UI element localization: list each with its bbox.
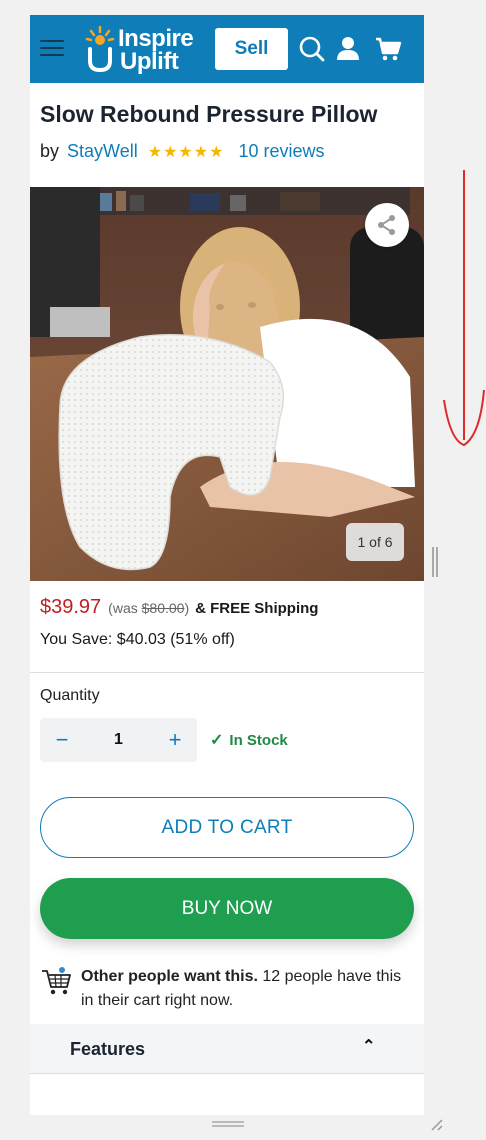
stock-status: ✓ In Stock [210, 730, 288, 750]
rating-stars[interactable]: ★★★★★ [148, 142, 225, 162]
was-price: (was $80.00) [108, 600, 189, 616]
site-header: Inspire Uplift Sell [30, 15, 424, 83]
quantity-value[interactable]: 1 [114, 731, 123, 749]
browser-viewport: Inspire Uplift Sell Slow Rebound Pressur… [30, 15, 424, 1115]
resize-handle[interactable] [432, 547, 438, 577]
drag-grip-icon[interactable] [212, 1121, 244, 1127]
current-price: $39.97 [40, 596, 102, 618]
you-save-text: You Save: $40.03 (51% off) [40, 631, 235, 648]
features-accordion[interactable]: Features ⌃ [30, 1024, 424, 1074]
share-button[interactable] [365, 203, 409, 247]
divider [30, 672, 424, 673]
decrease-quantity-button[interactable]: − [52, 727, 72, 753]
product-photo [30, 187, 424, 581]
shopping-cart-icon [42, 967, 71, 995]
stock-label: In Stock [229, 731, 288, 749]
sell-button[interactable]: Sell [215, 28, 288, 70]
reviews-link[interactable]: 10 reviews [238, 141, 324, 162]
menu-icon[interactable] [40, 40, 64, 58]
social-proof-bold: Other people want this. [81, 968, 258, 985]
by-label: by [40, 141, 60, 161]
scroll-down-arrow-annotation [443, 170, 485, 447]
share-icon [378, 215, 395, 235]
was-close: ) [184, 600, 190, 616]
free-shipping-label: & FREE Shipping [195, 600, 319, 617]
image-counter: 1 of 6 [346, 523, 404, 561]
price-row: $39.97 (was $80.00) & FREE Shipping [40, 596, 318, 619]
bottom-bar [30, 1115, 424, 1140]
quantity-label: Quantity [40, 687, 100, 704]
add-to-cart-button[interactable]: ADD TO CART [40, 797, 414, 858]
logo-text-line2: Uplift [120, 48, 179, 75]
buy-now-button[interactable]: BUY NOW [40, 878, 414, 939]
increase-quantity-button[interactable]: + [165, 727, 185, 753]
user-icon[interactable] [334, 35, 362, 63]
was-open: (was [108, 600, 138, 616]
search-icon[interactable] [298, 35, 326, 63]
logo-mark-icon [85, 25, 115, 73]
chevron-up-icon: ⌃ [362, 1038, 376, 1055]
original-price: $80.00 [141, 600, 185, 616]
social-proof-text: Other people want this. 12 people have t… [81, 965, 414, 1013]
social-proof: Other people want this. 12 people have t… [40, 965, 414, 1013]
product-image[interactable]: 1 of 6 [30, 187, 424, 581]
resize-corner-icon[interactable] [428, 1116, 444, 1132]
checkmark-icon: ✓ [210, 732, 224, 749]
product-byline: by StayWell ★★★★★ 10 reviews [40, 141, 324, 162]
site-logo[interactable]: Inspire Uplift [80, 23, 200, 75]
cart-icon[interactable] [374, 35, 402, 63]
features-title: Features [70, 1039, 146, 1059]
quantity-stepper: − 1 + [40, 718, 197, 762]
product-title: Slow Rebound Pressure Pillow [40, 101, 378, 127]
brand-link[interactable]: StayWell [67, 141, 138, 162]
